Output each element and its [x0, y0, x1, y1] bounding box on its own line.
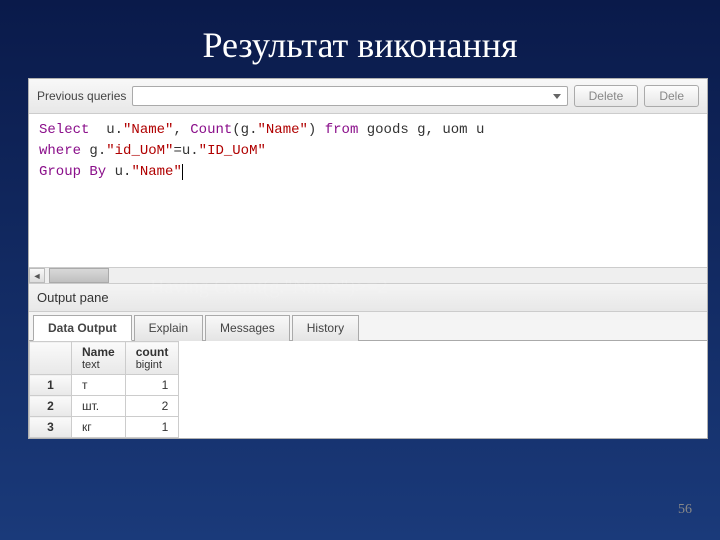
cell-count[interactable]: 1 — [125, 375, 179, 396]
query-tool-window: Previous queries Delete Dele Select u."N… — [28, 78, 708, 439]
page-number: 56 — [678, 502, 692, 518]
row-number[interactable]: 2 — [30, 396, 72, 417]
sql-editor[interactable]: Select u."Name", Count(g."Name") from go… — [29, 114, 707, 284]
row-number[interactable]: 1 — [30, 375, 72, 396]
table-row: 2 шт. 2 — [30, 396, 179, 417]
toolbar: Previous queries Delete Dele — [29, 79, 707, 114]
cell-name[interactable]: шт. — [72, 396, 126, 417]
tab-messages[interactable]: Messages — [205, 315, 290, 341]
tab-explain[interactable]: Explain — [134, 315, 203, 341]
output-tabs: Data Output Explain Messages History — [29, 312, 707, 341]
column-header-name[interactable]: Name text — [72, 342, 126, 375]
row-number[interactable]: 3 — [30, 417, 72, 438]
sql-text: Select u."Name", Count(g."Name") from go… — [29, 114, 707, 189]
scroll-left-icon[interactable]: ◄ — [29, 268, 45, 283]
delete-all-button[interactable]: Dele — [644, 85, 699, 107]
table-row: 1 т 1 — [30, 375, 179, 396]
cell-count[interactable]: 1 — [125, 417, 179, 438]
cell-name[interactable]: т — [72, 375, 126, 396]
slide-title: Результат виконання — [0, 0, 720, 80]
grid-header-row: Name text count bigint — [30, 342, 179, 375]
delete-button[interactable]: Delete — [574, 85, 639, 107]
horizontal-scrollbar[interactable]: ◄ — [29, 267, 707, 283]
table-row: 3 кг 1 — [30, 417, 179, 438]
cell-count[interactable]: 2 — [125, 396, 179, 417]
output-pane-header: Output pane — [29, 284, 707, 312]
previous-queries-dropdown[interactable] — [132, 86, 567, 106]
scroll-thumb[interactable] — [49, 268, 109, 283]
tab-data-output[interactable]: Data Output — [33, 315, 132, 341]
column-header-count[interactable]: count bigint — [125, 342, 179, 375]
cell-name[interactable]: кг — [72, 417, 126, 438]
tab-history[interactable]: History — [292, 315, 359, 341]
previous-queries-label: Previous queries — [37, 89, 126, 103]
grid-corner — [30, 342, 72, 375]
result-grid: Name text count bigint 1 т 1 2 шт. 2 3 — [29, 341, 707, 438]
